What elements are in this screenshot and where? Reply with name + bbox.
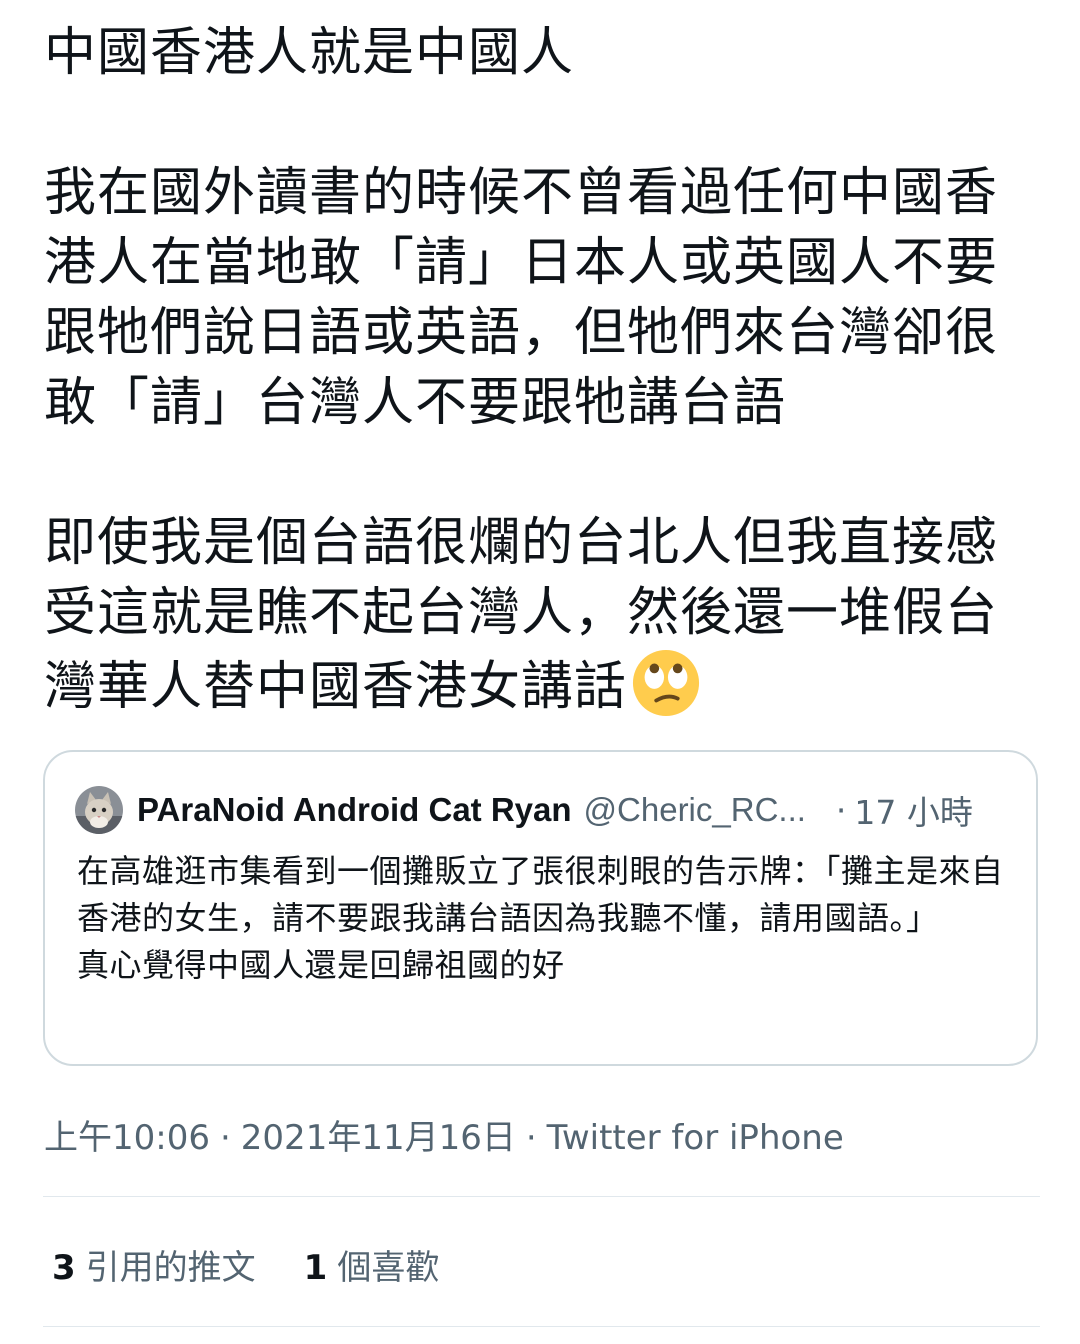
divider [43, 1196, 1040, 1197]
tweet-paragraph: 中國香港人就是中國人 [44, 23, 575, 83]
quoted-tweet-text: 在高雄逛市集看到一個攤販立了張很刺眼的告示牌：「攤主是來自香港的女生，請不要跟我… [77, 848, 1007, 989]
tweet-paragraph: 即使我是個台語很爛的台北人但我直接感受這就是瞧不起台灣人，然後還一堆假台灣華人替… [44, 508, 1044, 722]
tweet-stats: 3 引用的推文 1 個喜歡 [52, 1240, 439, 1289]
tweet-text: 中國香港人就是中國人 我在國外讀書的時候不曾看過任何中國香港人在當地敢「請」日本… [44, 18, 1044, 722]
likes-stat[interactable]: 1 個喜歡 [304, 1240, 440, 1289]
face-with-rolling-eyes-icon [632, 649, 700, 717]
likes-count: 1 [303, 1248, 328, 1288]
tweet-source[interactable]: Twitter for iPhone [547, 1118, 844, 1158]
cat-avatar-icon [75, 786, 123, 834]
tweet-time[interactable]: 上午10:06 [44, 1118, 210, 1158]
separator-dot: · [835, 790, 847, 830]
quoted-tweet-line: 真心覺得中國人還是回歸祖國的好 [77, 946, 565, 984]
quoted-tweet-time[interactable]: 17 小時 [854, 786, 972, 834]
separator-dot: · [219, 1118, 231, 1158]
quoted-tweet-line: 在高雄逛市集看到一個攤販立了張很刺眼的告示牌：「攤主是來自香港的女生，請不要跟我… [77, 852, 1004, 937]
separator-dot: · [525, 1118, 537, 1158]
tweet-meta: 上午10:06 · 2021年11月16日 · Twitter for iPhone [44, 1110, 844, 1159]
quoted-tweet-card[interactable]: PAraNoid Android Cat Ryan @Cheric_RC... … [43, 750, 1038, 1066]
quoted-tweet-header: PAraNoid Android Cat Ryan @Cheric_RC... … [75, 784, 1006, 836]
tweet-paragraph: 我在國外讀書的時候不曾看過任何中國香港人在當地敢「請」日本人或英國人不要跟牠們說… [44, 163, 999, 433]
quoted-author-handle[interactable]: @Cheric_RC... [584, 791, 806, 829]
quote-tweets-count: 3 [52, 1248, 76, 1288]
quote-tweets-label: 引用的推文 [85, 1248, 256, 1288]
likes-label: 個喜歡 [337, 1248, 440, 1288]
tweet-paragraph-text: 即使我是個台語很爛的台北人但我直接感受這就是瞧不起台灣人，然後還一堆假台灣華人替… [44, 513, 999, 717]
quote-tweets-stat[interactable]: 3 引用的推文 [52, 1240, 256, 1289]
avatar[interactable] [75, 786, 123, 834]
divider [43, 1326, 1040, 1327]
quoted-author-name[interactable]: PAraNoid Android Cat Ryan [137, 791, 572, 829]
tweet-date[interactable]: 2021年11月16日 [241, 1118, 516, 1158]
